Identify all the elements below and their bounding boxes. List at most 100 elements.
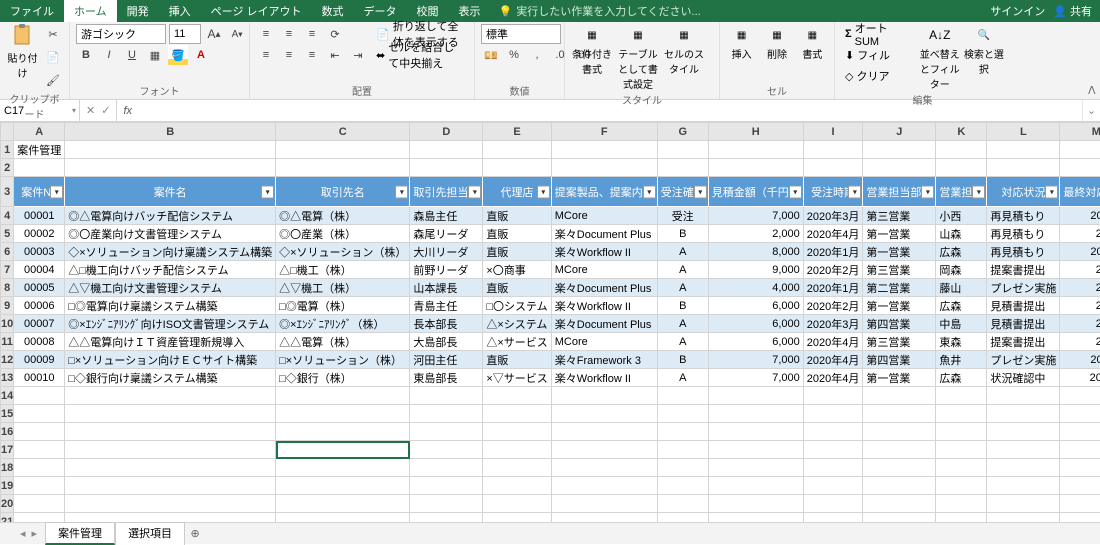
cell-D14[interactable]: [410, 387, 483, 405]
cell-J15[interactable]: [863, 405, 936, 423]
tell-me[interactable]: 💡 実行したい作業を入力してください...: [499, 3, 701, 19]
filter-arrow-icon[interactable]: ▾: [921, 185, 934, 198]
cell-B11[interactable]: △△電算向けＩＴ資産管理新規導入: [65, 333, 276, 351]
cell-I2[interactable]: [803, 159, 863, 177]
cell-D12[interactable]: 河田主任: [410, 351, 483, 369]
fx-icon[interactable]: fx: [117, 100, 138, 121]
cell-G5[interactable]: B: [657, 225, 708, 243]
cell-I9[interactable]: 2020年2月: [803, 297, 863, 315]
cell-F1[interactable]: [551, 141, 657, 159]
cell-H5[interactable]: 2,000: [708, 225, 803, 243]
cell-I7[interactable]: 2020年2月: [803, 261, 863, 279]
cell-B3[interactable]: 案件名▾: [65, 177, 276, 207]
cell-I20[interactable]: [803, 495, 863, 513]
cell-J10[interactable]: 第四営業: [863, 315, 936, 333]
row-header-11[interactable]: 11: [1, 333, 14, 351]
cell-K7[interactable]: 岡森: [936, 261, 987, 279]
cell-F16[interactable]: [551, 423, 657, 441]
cell-B18[interactable]: [65, 459, 276, 477]
indent-increase-button[interactable]: ⇥: [348, 45, 368, 65]
row-header-7[interactable]: 7: [1, 261, 14, 279]
row-header-14[interactable]: 14: [1, 387, 14, 405]
format-cells-button[interactable]: ▦書式: [797, 24, 828, 61]
cell-C16[interactable]: [276, 423, 410, 441]
menu-tab-1[interactable]: ホーム: [64, 0, 117, 22]
cell-F17[interactable]: [551, 441, 657, 459]
cell-G7[interactable]: A: [657, 261, 708, 279]
cell-K9[interactable]: 広森: [936, 297, 987, 315]
cell-L7[interactable]: 提案書提出: [987, 261, 1060, 279]
cell-C7[interactable]: △□機工（株）: [276, 261, 410, 279]
cell-B14[interactable]: [65, 387, 276, 405]
cell-D21[interactable]: [410, 513, 483, 523]
col-header-B[interactable]: B: [65, 123, 276, 141]
collapse-ribbon-button[interactable]: 𐌡: [1088, 84, 1096, 97]
cell-M16[interactable]: [1060, 423, 1100, 441]
cell-A1[interactable]: 案件管理: [14, 141, 65, 159]
cell-J2[interactable]: [863, 159, 936, 177]
cell-I18[interactable]: [803, 459, 863, 477]
orientation-button[interactable]: ⟳: [325, 24, 345, 44]
cell-K13[interactable]: 広森: [936, 369, 987, 387]
cell-G17[interactable]: [657, 441, 708, 459]
conditional-format-button[interactable]: ▦条件付き書式: [571, 24, 613, 76]
cell-D17[interactable]: [410, 441, 483, 459]
cell-F2[interactable]: [551, 159, 657, 177]
cell-L10[interactable]: 見積書提出: [987, 315, 1060, 333]
cell-H7[interactable]: 9,000: [708, 261, 803, 279]
cell-H8[interactable]: 4,000: [708, 279, 803, 297]
cell-H17[interactable]: [708, 441, 803, 459]
cell-L19[interactable]: [987, 477, 1060, 495]
cell-B8[interactable]: △▽機工向け文書管理システム: [65, 279, 276, 297]
cell-I3[interactable]: 受注時期▾: [803, 177, 863, 207]
cell-H1[interactable]: [708, 141, 803, 159]
cell-E20[interactable]: [483, 495, 551, 513]
col-header-K[interactable]: K: [936, 123, 987, 141]
cell-D18[interactable]: [410, 459, 483, 477]
cell-F10[interactable]: 楽々Document Plus: [551, 315, 657, 333]
cell-D1[interactable]: [410, 141, 483, 159]
paste-button[interactable]: 貼り付け: [6, 24, 39, 80]
col-header-H[interactable]: H: [708, 123, 803, 141]
cell-G13[interactable]: A: [657, 369, 708, 387]
row-header-6[interactable]: 6: [1, 243, 14, 261]
row-header-5[interactable]: 5: [1, 225, 14, 243]
cell-B21[interactable]: [65, 513, 276, 523]
cell-H14[interactable]: [708, 387, 803, 405]
row-header-4[interactable]: 4: [1, 207, 14, 225]
cell-M18[interactable]: [1060, 459, 1100, 477]
filter-arrow-icon[interactable]: ▾: [261, 185, 274, 198]
cell-F15[interactable]: [551, 405, 657, 423]
cell-M8[interactable]: 2019/1: [1060, 279, 1100, 297]
new-sheet-button[interactable]: ⊕: [185, 527, 205, 540]
cell-H4[interactable]: 7,000: [708, 207, 803, 225]
cell-G4[interactable]: 受注: [657, 207, 708, 225]
cell-D20[interactable]: [410, 495, 483, 513]
col-header-G[interactable]: G: [657, 123, 708, 141]
cell-C11[interactable]: △△電算（株）: [276, 333, 410, 351]
cell-M17[interactable]: [1060, 441, 1100, 459]
cell-K12[interactable]: 魚井: [936, 351, 987, 369]
cell-C10[interactable]: ◎×ｴﾝｼﾞﾆｱﾘﾝｸﾞ（株）: [276, 315, 410, 333]
cell-A10[interactable]: 00007: [14, 315, 65, 333]
cell-E17[interactable]: [483, 441, 551, 459]
cell-G12[interactable]: B: [657, 351, 708, 369]
cell-M9[interactable]: 2019/1: [1060, 297, 1100, 315]
cell-K5[interactable]: 山森: [936, 225, 987, 243]
filter-arrow-icon[interactable]: ▾: [643, 185, 656, 198]
cell-A11[interactable]: 00008: [14, 333, 65, 351]
cell-A16[interactable]: [14, 423, 65, 441]
indent-decrease-button[interactable]: ⇤: [325, 45, 345, 65]
cell-L12[interactable]: プレゼン実施: [987, 351, 1060, 369]
cell-C9[interactable]: □◎電算（株）: [276, 297, 410, 315]
cell-J12[interactable]: 第四営業: [863, 351, 936, 369]
cell-A7[interactable]: 00004: [14, 261, 65, 279]
cell-K2[interactable]: [936, 159, 987, 177]
cell-B15[interactable]: [65, 405, 276, 423]
cut-button[interactable]: ✂: [43, 24, 63, 44]
cell-C2[interactable]: [276, 159, 410, 177]
cell-F9[interactable]: 楽々Workflow II: [551, 297, 657, 315]
name-box[interactable]: C17: [0, 100, 80, 121]
cell-M10[interactable]: 2019/1: [1060, 315, 1100, 333]
cell-G9[interactable]: B: [657, 297, 708, 315]
